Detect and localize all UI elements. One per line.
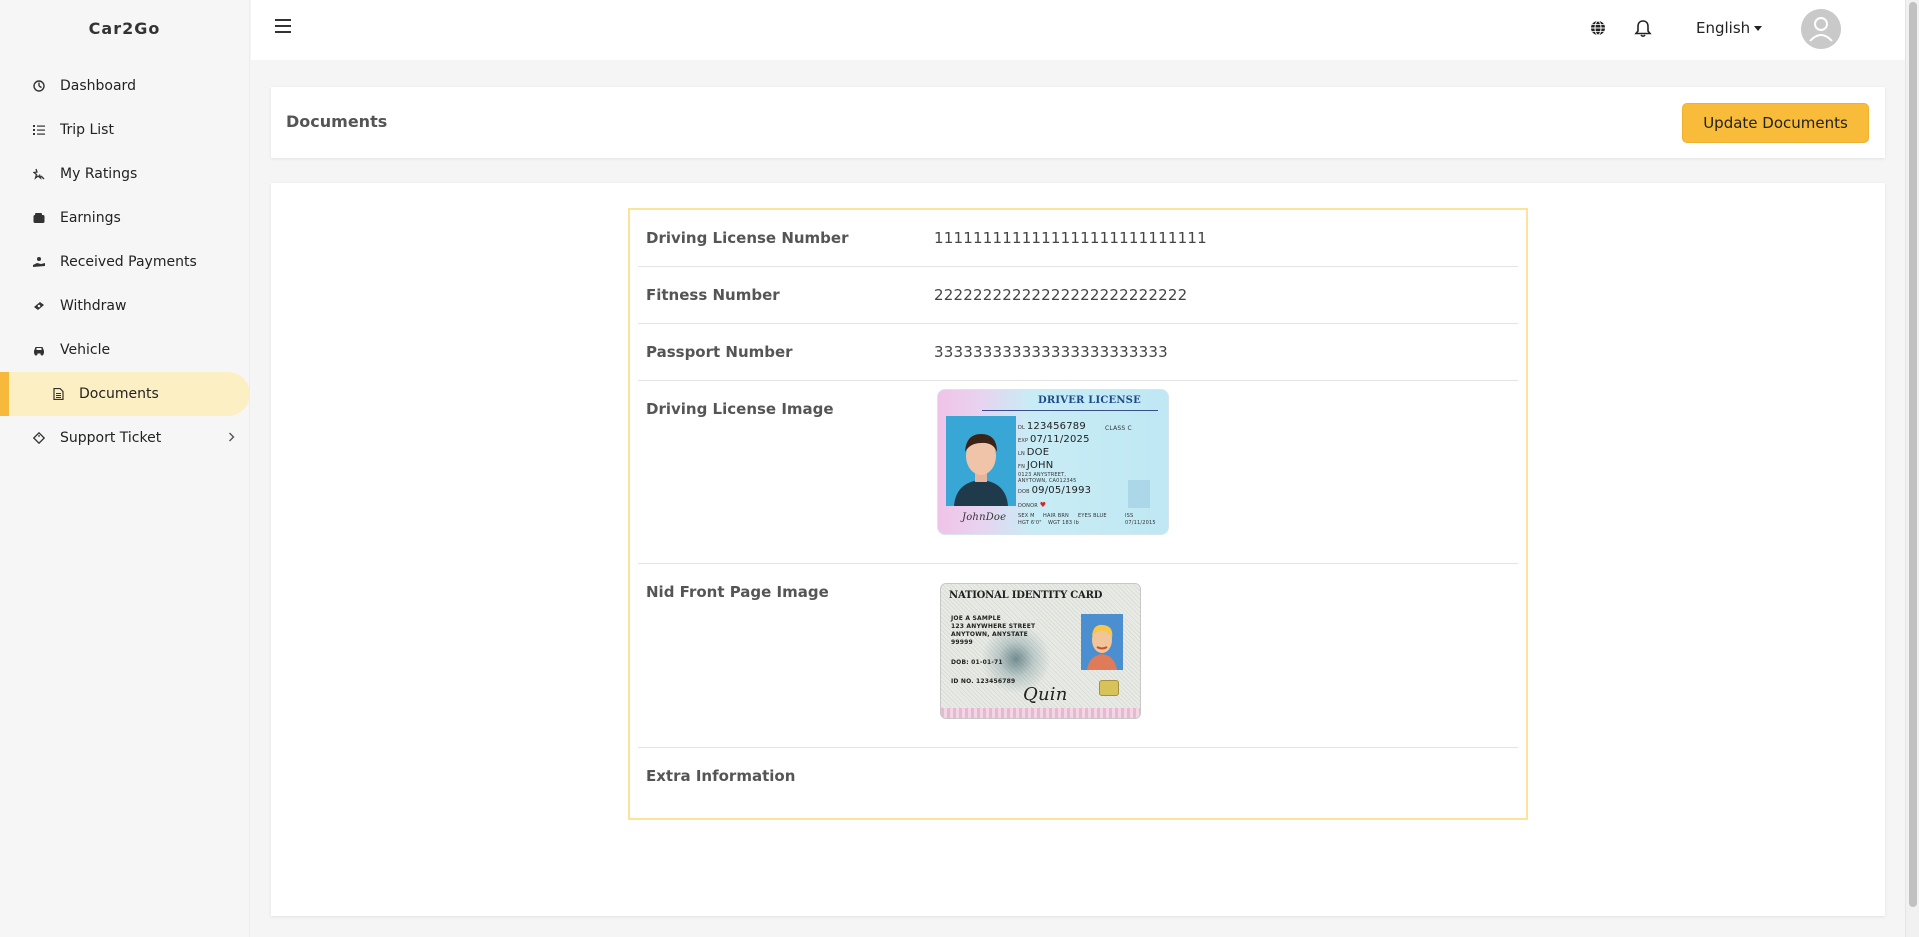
menu-toggle-icon[interactable] (275, 19, 291, 35)
sidebar-item-my-ratings[interactable]: My Ratings (0, 152, 249, 196)
nid-front-image[interactable]: NATIONAL IDENTITY CARD JOE A SAMPLE 123 … (940, 583, 1141, 719)
scrollbar-thumb[interactable] (1909, 2, 1917, 907)
row-value: DRIVER LICENSE DL 123456789 CLASS C EXP … (934, 389, 1169, 563)
row-label: Nid Front Page Image (646, 583, 829, 601)
sidebar-item-trip-list[interactable]: Trip List (0, 108, 249, 152)
language-selector[interactable]: English (1696, 19, 1763, 37)
caret-down-icon (1754, 26, 1763, 31)
row-label: Extra Information (646, 767, 796, 785)
table-row: Passport Number 333333333333333333333333 (638, 324, 1518, 381)
sidebar-item-label: My Ratings (60, 166, 138, 182)
row-value: NATIONAL IDENTITY CARD JOE A SAMPLE 123 … (934, 583, 1141, 747)
wallet-icon (32, 211, 46, 225)
avatar[interactable] (1801, 9, 1841, 49)
dashboard-icon (32, 79, 46, 93)
sidebar: Car2Go Dashboard Trip List My Ratings Ea… (0, 0, 250, 937)
language-label: English (1696, 19, 1751, 37)
sidebar-item-label: Earnings (60, 210, 121, 226)
hand-money-icon (32, 255, 46, 269)
document-icon (51, 387, 65, 401)
top-header: English (251, 0, 1905, 60)
sidebar-item-label: Dashboard (60, 78, 136, 94)
sidebar-item-label: Vehicle (60, 342, 111, 358)
row-value: 333333333333333333333333 (934, 343, 1168, 361)
page-title: Documents (286, 112, 388, 131)
table-row: Nid Front Page Image NATIONAL IDENTITY C… (638, 564, 1518, 748)
sidebar-item-received-payments[interactable]: Received Payments (0, 240, 249, 284)
row-label: Fitness Number (646, 286, 780, 304)
brand-logo[interactable]: Car2Go (0, 0, 249, 56)
list-icon (32, 123, 46, 137)
row-label: Driving License Image (646, 400, 834, 418)
dl-photo (946, 416, 1016, 506)
sidebar-nav: Dashboard Trip List My Ratings Earnings … (0, 64, 250, 460)
row-label: Driving License Number (646, 229, 849, 247)
star-icon (32, 167, 46, 181)
chevron-right-icon (228, 431, 235, 445)
table-row: Driving License Image DRIVER LICENSE DL … (638, 381, 1518, 564)
sidebar-item-label: Trip List (60, 122, 114, 138)
row-label: Passport Number (646, 343, 793, 361)
page-header-card: Documents Update Documents (271, 87, 1885, 158)
nid-card-title: NATIONAL IDENTITY CARD (949, 590, 1103, 601)
sidebar-item-vehicle[interactable]: Vehicle (0, 328, 249, 372)
sidebar-item-dashboard[interactable]: Dashboard (0, 64, 249, 108)
driving-license-image[interactable]: DRIVER LICENSE DL 123456789 CLASS C EXP … (937, 389, 1169, 535)
nid-chip (1099, 680, 1119, 696)
table-row: Extra Information (638, 748, 1518, 804)
documents-table: Driving License Number 11111111111111111… (628, 208, 1528, 820)
dl-ghost-photo (1128, 480, 1150, 508)
dl-card-title: DRIVER LICENSE (1038, 395, 1141, 406)
page-scrollbar[interactable] (1905, 0, 1919, 937)
bell-icon[interactable] (1634, 19, 1652, 38)
table-row: Driving License Number 11111111111111111… (638, 210, 1518, 267)
row-value: 22222222222222222222222222 (934, 286, 1188, 304)
sidebar-item-withdraw[interactable]: Withdraw (0, 284, 249, 328)
sidebar-item-support-ticket[interactable]: Support Ticket (0, 416, 249, 460)
nid-photo (1081, 614, 1123, 670)
ticket-icon (32, 431, 46, 445)
car-icon (32, 343, 46, 357)
nid-signature: Quin (1023, 684, 1068, 705)
money-bill-icon (32, 299, 46, 313)
sidebar-item-earnings[interactable]: Earnings (0, 196, 249, 240)
row-value: 1111111111111111111111111111 (934, 229, 1207, 247)
sidebar-item-label: Support Ticket (60, 430, 162, 446)
dl-signature: JohnDoe (962, 512, 1007, 523)
globe-icon[interactable] (1590, 20, 1606, 36)
sidebar-item-label: Received Payments (60, 254, 197, 270)
table-row: Fitness Number 2222222222222222222222222… (638, 267, 1518, 324)
sidebar-item-label: Withdraw (60, 298, 127, 314)
documents-card: Driving License Number 11111111111111111… (271, 183, 1885, 916)
sidebar-item-label: Documents (79, 386, 159, 402)
update-documents-button[interactable]: Update Documents (1682, 103, 1869, 143)
sidebar-item-documents[interactable]: Documents (0, 372, 250, 416)
